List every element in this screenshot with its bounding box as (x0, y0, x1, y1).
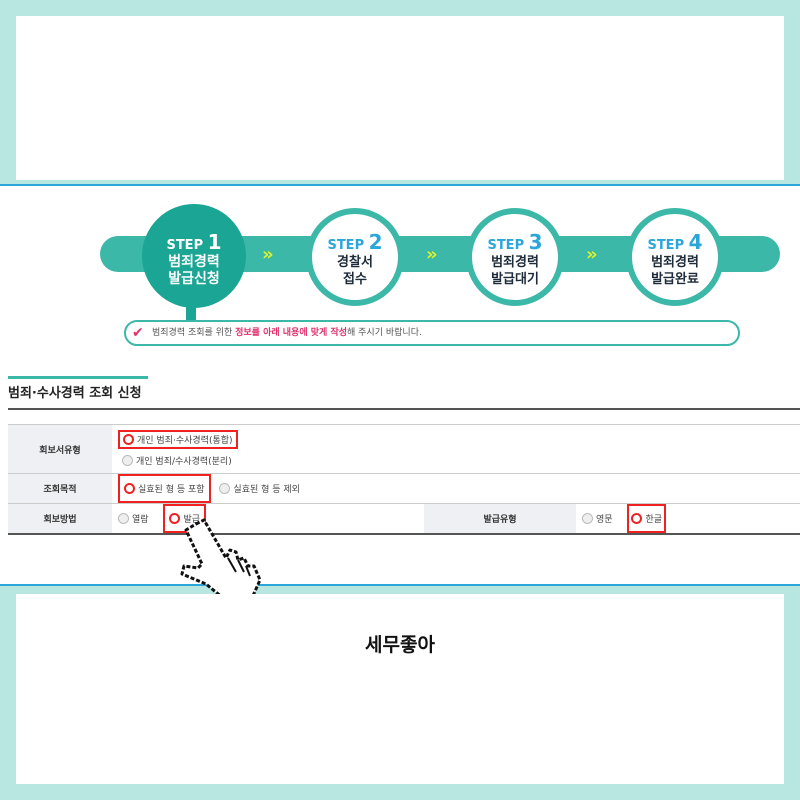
step-stem (186, 304, 196, 320)
step-label: STEP (166, 238, 204, 253)
option-label: 개인 범죄·수사경력(통합) (137, 435, 233, 446)
notice-text-pre: 범죄경력 조회를 위한 (152, 328, 236, 338)
application-form: 회보서유형 개인 범죄·수사경력(통합) 개인 범죄/수사경력(분리) 조회목적 (8, 424, 800, 535)
step-3: STEP 3 범죄경력 발급대기 (466, 208, 564, 306)
step-line1: 범죄경력 (168, 254, 220, 270)
radio-method-view[interactable] (118, 513, 129, 524)
form-title-underline (8, 376, 148, 379)
option-label: 실효된 형 등 제외 (233, 485, 300, 495)
chevron-right-icon: » (586, 244, 597, 265)
row-purpose: 조회목적 실효된 형 등 포함 실효된 형 등 제외 (8, 473, 800, 504)
step-line2: 발급신청 (168, 271, 220, 287)
purpose-options: 실효된 형 등 포함 실효된 형 등 제외 (112, 473, 800, 504)
step-line2: 접수 (343, 272, 367, 287)
row-report-type: 회보서유형 개인 범죄·수사경력(통합) 개인 범죄/수사경력(분리) (8, 424, 800, 474)
step-1: STEP 1 범죄경력 발급신청 (142, 204, 246, 308)
step-line2: 발급대기 (491, 272, 539, 287)
step-label: STEP (327, 238, 365, 253)
top-frame (16, 16, 784, 180)
report-type-options: 개인 범죄·수사경력(통합) 개인 범죄/수사경력(분리) (112, 424, 800, 474)
option-label: 개인 범죄/수사경력(분리) (136, 457, 232, 467)
highlight-box: 실효된 형 등 포함 (118, 474, 211, 503)
label-method: 회보방법 (8, 503, 112, 535)
step-number: 2 (368, 230, 383, 254)
notice-banner: ✔ 범죄경력 조회를 위한 정보를 아래 내용에 맞게 작성해 주시기 바랍니다… (124, 320, 740, 346)
chevron-right-icon: » (426, 244, 437, 265)
option-label: 영문 (596, 515, 613, 525)
bottom-frame: 세무좋아 (16, 594, 784, 784)
step-line1: 경찰서 (337, 255, 373, 270)
step-number: 1 (207, 230, 222, 254)
chevron-right-icon: » (262, 244, 273, 265)
label-issue-type: 발급유형 (424, 503, 576, 535)
form-divider (8, 408, 800, 410)
notice-text-post: 해 주시기 바랍니다. (347, 328, 422, 338)
label-report-type: 회보서유형 (8, 424, 112, 474)
method-options: 열람 발급 (112, 503, 424, 535)
radio-report-integrated[interactable] (123, 433, 134, 445)
highlight-box: 한글 (627, 504, 666, 533)
radio-purpose-include[interactable] (124, 483, 135, 494)
radio-report-separated[interactable] (122, 455, 133, 466)
step-line2: 발급완료 (651, 272, 699, 287)
option-label: 열람 (132, 515, 149, 525)
radio-issue-english[interactable] (582, 513, 593, 524)
caption: 세무좋아 (365, 634, 435, 656)
highlight-box: 개인 범죄·수사경력(통합) (118, 429, 238, 449)
step-line1: 범죄경력 (651, 255, 699, 270)
step-label: STEP (487, 238, 525, 253)
step-2: STEP 2 경찰서 접수 (306, 208, 404, 306)
step-line1: 범죄경력 (491, 255, 539, 270)
option-label: 실효된 형 등 포함 (138, 485, 205, 495)
label-purpose: 조회목적 (8, 473, 112, 504)
option-label: 한글 (645, 515, 662, 525)
form-title: 범죄·수사경력 조회 신청 (8, 386, 142, 401)
step-number: 4 (688, 230, 703, 254)
checkmark-icon: ✔ (132, 325, 144, 341)
screenshot-panel: STEP 1 범죄경력 발급신청 » STEP 2 경찰서 접수 » STEP … (0, 184, 800, 604)
step-4: STEP 4 범죄경력 발급완료 (626, 208, 724, 306)
step-label: STEP (647, 238, 685, 253)
radio-issue-korean[interactable] (631, 513, 643, 524)
step-number: 3 (528, 230, 543, 254)
pointer-hand-icon (180, 518, 262, 604)
radio-purpose-exclude[interactable] (219, 483, 231, 494)
issue-type-options: 영문 한글 (576, 503, 800, 535)
notice-highlight: 정보를 아래 내용에 맞게 작성 (235, 328, 348, 338)
row-method: 회보방법 열람 발급 발급유형 영문 한글 (8, 503, 800, 535)
